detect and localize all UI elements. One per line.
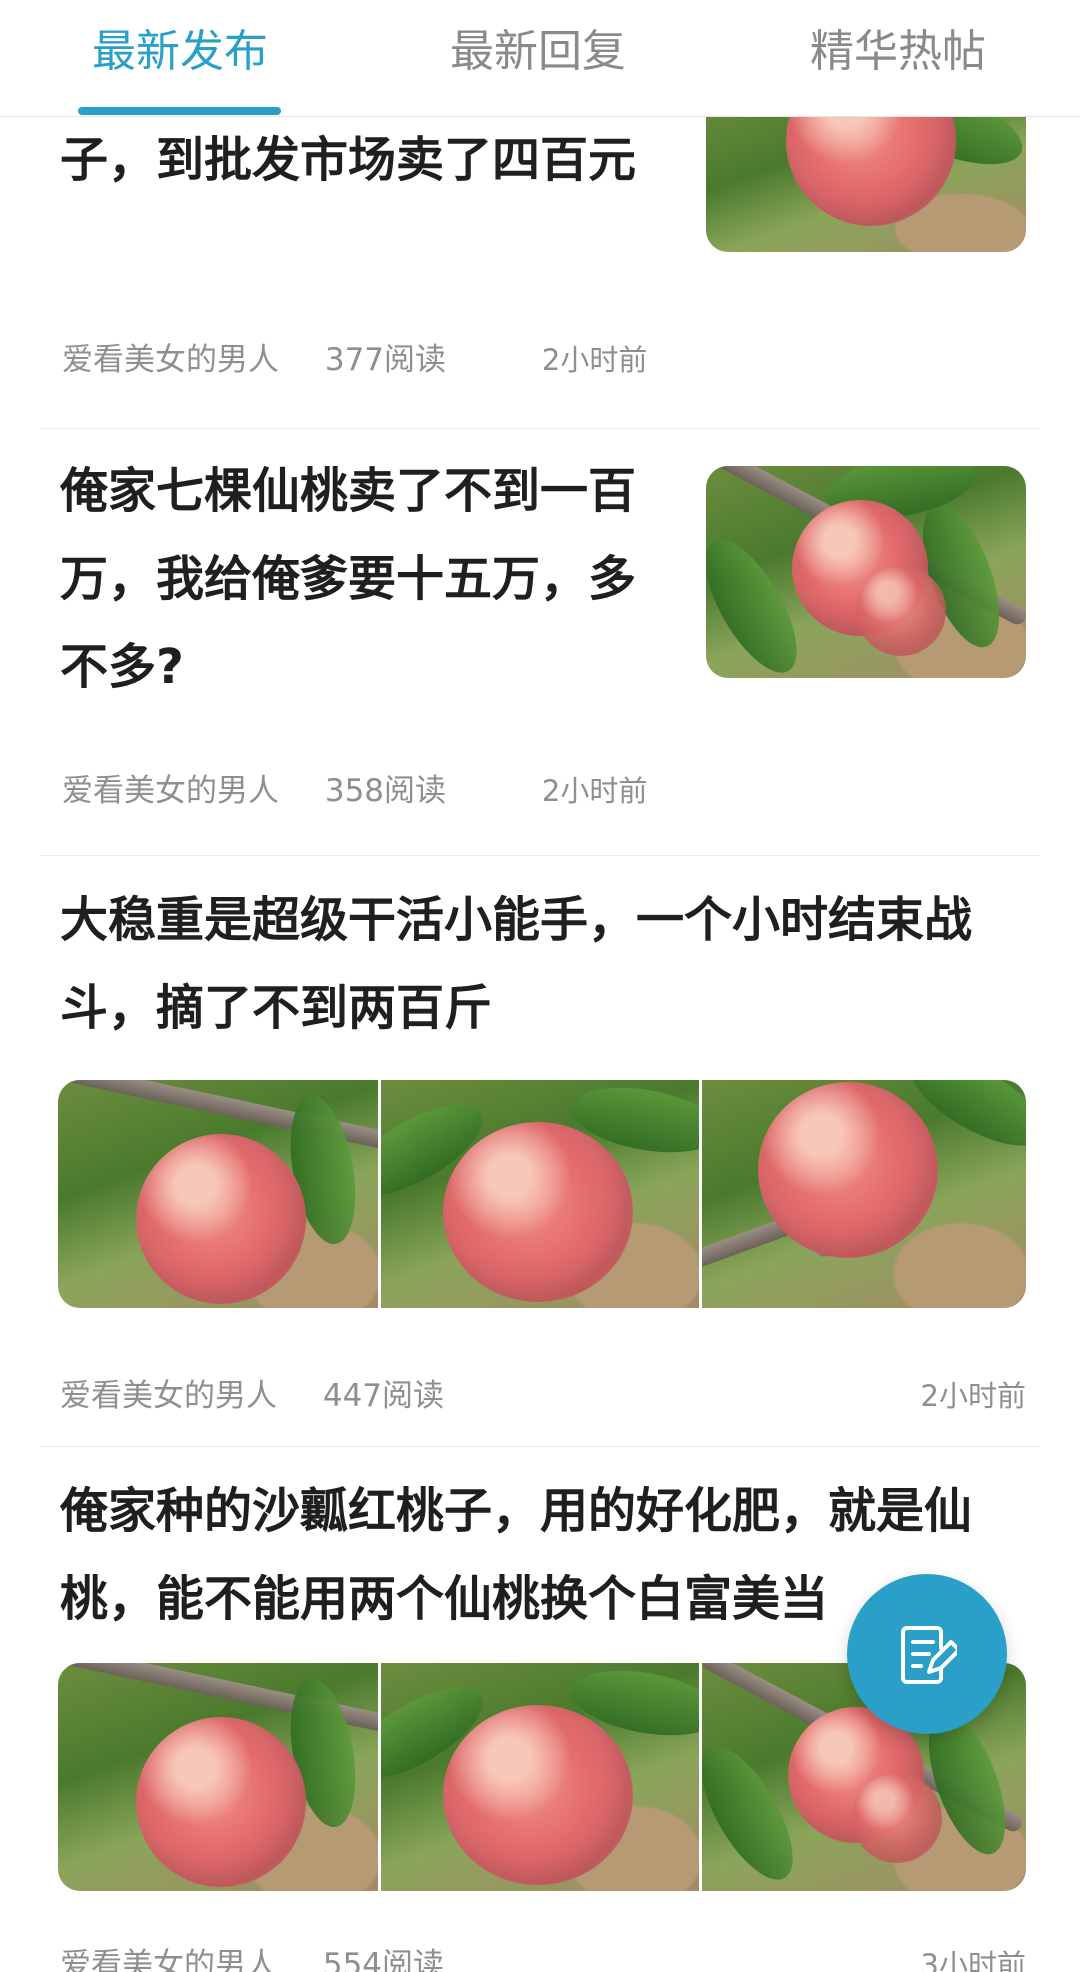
post-read-count: 377阅读 xyxy=(324,342,447,378)
tab-latest-posts[interactable]: 最新发布 xyxy=(92,22,268,82)
post-read-count: 554阅读 xyxy=(322,1947,445,1972)
post-time: 2小时前 xyxy=(920,1379,1026,1413)
post-time: 2小时前 xyxy=(541,774,648,808)
post-image-3[interactable] xyxy=(702,1080,1026,1308)
post-author[interactable]: 爱看美女的男人 xyxy=(60,1376,277,1416)
post-image-1[interactable] xyxy=(58,1080,378,1308)
post-title[interactable]: 俺家七棵仙桃卖了不到一百万，我给俺爹要十五万，多不多? xyxy=(60,447,660,711)
post-card[interactable]: 子，到批发市场卖了四百元 爱看美女的男人 377阅读 2小时前 xyxy=(40,116,1040,428)
post-card[interactable]: 大稳重是超级干活小能手，一个小时结束战斗，摘了不到两百斤 爱看美女的男人 447… xyxy=(40,856,1040,1446)
post-author[interactable]: 爱看美女的男人 xyxy=(62,771,279,811)
post-image-2[interactable] xyxy=(381,1080,699,1308)
post-card[interactable]: 俺家七棵仙桃卖了不到一百万，我给俺爹要十五万，多不多? 爱看美女的男人 358阅… xyxy=(40,429,1040,855)
active-tab-indicator xyxy=(78,107,281,115)
post-read-count: 447阅读 xyxy=(322,1378,445,1414)
post-read-count: 358阅读 xyxy=(324,773,447,809)
post-title[interactable]: 大稳重是超级干活小能手，一个小时结束战斗，摘了不到两百斤 xyxy=(60,876,1040,1052)
post-thumbnail[interactable] xyxy=(706,116,1026,252)
post-time: 3小时前 xyxy=(920,1948,1026,1972)
post-image-1[interactable] xyxy=(58,1663,378,1891)
post-author[interactable]: 爱看美女的男人 xyxy=(60,1945,277,1972)
tab-latest-replies[interactable]: 最新回复 xyxy=(450,22,626,82)
post-image-2[interactable] xyxy=(381,1663,699,1891)
post-meta: 爱看美女的男人 358阅读 2小时前 xyxy=(62,771,647,811)
tab-featured-posts[interactable]: 精华热帖 xyxy=(810,22,986,82)
post-thumbnail[interactable] xyxy=(706,466,1026,678)
post-meta: 爱看美女的男人 554阅读 3小时前 xyxy=(60,1945,1040,1972)
compose-icon xyxy=(901,1626,957,1684)
compose-post-button[interactable] xyxy=(847,1574,1007,1734)
top-tab-bar: 最新发布 最新回复 精华热帖 xyxy=(0,0,1080,117)
post-meta: 爱看美女的男人 447阅读 2小时前 xyxy=(60,1376,1040,1416)
post-title[interactable]: 子，到批发市场卖了四百元 xyxy=(60,116,660,204)
post-time: 2小时前 xyxy=(541,343,648,377)
post-meta: 爱看美女的男人 377阅读 2小时前 xyxy=(62,340,647,380)
post-author[interactable]: 爱看美女的男人 xyxy=(62,340,279,380)
